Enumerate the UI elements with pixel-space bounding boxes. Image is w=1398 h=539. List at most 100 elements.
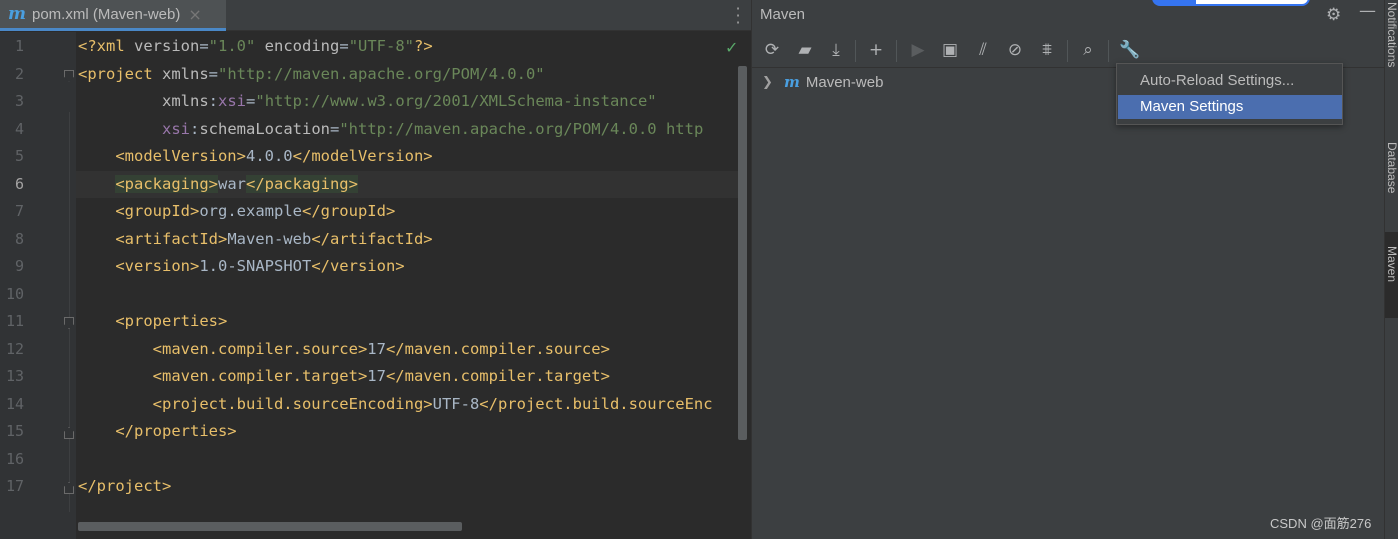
run-maven-build-icon[interactable]: ▶ bbox=[906, 38, 930, 62]
toolbar-separator bbox=[1067, 40, 1068, 62]
fold-open-icon[interactable] bbox=[64, 317, 74, 329]
code-line: <project xmlns="http://maven.apache.org/… bbox=[76, 61, 738, 88]
code-line: xsi:schemaLocation="http://maven.apache.… bbox=[76, 116, 738, 143]
collapse-all-icon[interactable]: ⩨ bbox=[1035, 38, 1059, 62]
analyze-dependencies-icon[interactable]: ⌕ bbox=[1076, 38, 1100, 62]
code-line: <maven.compiler.target>17</maven.compile… bbox=[76, 363, 738, 390]
add-maven-project-icon[interactable]: + bbox=[864, 38, 888, 62]
watermark: CSDN @面筋276 bbox=[1270, 516, 1372, 531]
code-token: <artifactId> bbox=[115, 229, 228, 248]
code-line: <artifactId>Maven-web</artifactId> bbox=[76, 226, 738, 253]
tab-pom-xml[interactable]: m pom.xml (Maven-web) × bbox=[0, 0, 226, 31]
download-sources-icon[interactable]: ⤓ bbox=[824, 38, 848, 62]
line-number: 7 bbox=[14, 202, 24, 220]
banner-inner bbox=[1196, 0, 1308, 4]
tree-item-maven-web[interactable]: ❯ m Maven-web bbox=[752, 70, 883, 94]
more-options-icon[interactable]: · · · bbox=[735, 1, 741, 31]
fold-open-icon[interactable] bbox=[64, 69, 74, 82]
code-token: org.example bbox=[199, 202, 302, 220]
code-token: xsi bbox=[218, 92, 247, 110]
code-token: <project.build.sourceEncoding> bbox=[152, 394, 433, 413]
code-token: <maven.compiler.target> bbox=[152, 367, 368, 385]
code-token: <groupId> bbox=[115, 202, 200, 220]
reload-all-projects-icon[interactable]: ⟳ bbox=[760, 38, 784, 62]
gear-icon[interactable]: ⚙ bbox=[1326, 5, 1341, 25]
stripe-maven[interactable]: Maven bbox=[1385, 232, 1398, 318]
editor-tab-bar: m pom.xml (Maven-web) × · · · bbox=[0, 0, 751, 31]
code-token: : bbox=[190, 119, 200, 138]
code-token: </groupId> bbox=[301, 202, 396, 220]
code-token: version bbox=[134, 37, 200, 55]
code-token: 17 bbox=[367, 339, 386, 358]
stripe-notifications[interactable]: Notifications bbox=[1385, 0, 1398, 112]
line-number: 10 bbox=[5, 284, 24, 303]
code-token: "http://maven.apache.org/POM/4.0.0 http bbox=[339, 119, 704, 138]
stripe-database[interactable]: Database bbox=[1385, 142, 1398, 222]
code-line: <groupId>org.example</groupId> bbox=[76, 198, 738, 225]
code-token: ?> bbox=[414, 37, 433, 55]
code-line: </project> bbox=[76, 473, 738, 500]
tree-item-label: Maven-web bbox=[805, 73, 884, 91]
toolbar-separator bbox=[896, 40, 897, 62]
chevron-right-icon[interactable]: ❯ bbox=[762, 75, 778, 90]
toggle-offline-mode-icon[interactable]: ⫽ bbox=[971, 38, 995, 62]
code-token: </modelVersion> bbox=[292, 147, 433, 165]
code-token: encoding bbox=[255, 37, 340, 55]
code-token: "UTF-8" bbox=[348, 37, 415, 55]
code-token: 4.0.0 bbox=[245, 147, 293, 165]
code-area[interactable]: <?xml version="1.0" encoding="UTF-8"?> <p… bbox=[76, 32, 738, 522]
code-token: </project> bbox=[78, 477, 172, 495]
code-token: = bbox=[330, 119, 340, 138]
code-line: <packaging>war</packaging> bbox=[76, 170, 738, 198]
fold-close-icon[interactable] bbox=[64, 482, 74, 494]
code-token: "1.0" bbox=[208, 37, 256, 55]
code-token: </properties> bbox=[115, 422, 237, 440]
tab-label: pom.xml (Maven-web) bbox=[32, 5, 181, 23]
generate-sources-icon[interactable]: ▰ bbox=[793, 38, 817, 62]
code-token: "http://www.w3.org/2001/XMLSchema-instan… bbox=[255, 92, 657, 110]
code-token: = bbox=[339, 37, 349, 55]
code-token: : bbox=[208, 92, 219, 110]
line-number: 13 bbox=[5, 367, 24, 385]
check-icon: ✓ bbox=[725, 38, 739, 57]
menu-item-auto-reload-settings[interactable]: Auto-Reload Settings... bbox=[1118, 69, 1342, 93]
maven-m-icon: m bbox=[8, 4, 26, 24]
right-tool-stripe: Notifications Database Maven bbox=[1384, 0, 1398, 539]
line-number: 9 bbox=[14, 257, 24, 275]
horizontal-scrollbar[interactable] bbox=[78, 522, 462, 531]
code-line: <modelVersion>4.0.0</modelVersion> bbox=[76, 143, 738, 170]
skip-tests-icon[interactable]: ⊘ bbox=[1003, 38, 1027, 62]
code-line: </properties> bbox=[76, 418, 738, 445]
notification-banner bbox=[1152, 0, 1310, 6]
code-token: xmlns bbox=[162, 92, 209, 110]
code-token: <properties> bbox=[115, 312, 228, 330]
build-tool-settings-icon[interactable]: 🔧 bbox=[1118, 38, 1142, 62]
vertical-scrollbar[interactable] bbox=[738, 66, 747, 440]
code-line: <project.build.sourceEncoding>UTF-8</pro… bbox=[76, 391, 738, 418]
tab-close-icon[interactable]: × bbox=[188, 5, 201, 24]
editor-pane: m pom.xml (Maven-web) × · · · 1 2 3 4 5 6 7 8 9 10 1… bbox=[0, 0, 751, 539]
line-number: 17 bbox=[5, 477, 24, 495]
fold-close-icon[interactable] bbox=[64, 427, 74, 439]
code-token: </version> bbox=[311, 257, 405, 275]
panel-title: Maven bbox=[760, 6, 806, 23]
toolbar-separator bbox=[855, 40, 856, 62]
minimize-icon[interactable]: — bbox=[1359, 1, 1376, 21]
code-token: xsi bbox=[162, 119, 190, 138]
execute-maven-goal-icon[interactable]: ▣ bbox=[938, 38, 962, 62]
line-number-gutter: 1 2 3 4 5 6 7 8 9 10 11 12 13 14 15 16 17 bbox=[0, 32, 76, 539]
code-token: = bbox=[199, 37, 209, 55]
code-token: <maven.compiler.source> bbox=[152, 339, 368, 358]
menu-item-maven-settings[interactable]: Maven Settings bbox=[1118, 95, 1342, 119]
